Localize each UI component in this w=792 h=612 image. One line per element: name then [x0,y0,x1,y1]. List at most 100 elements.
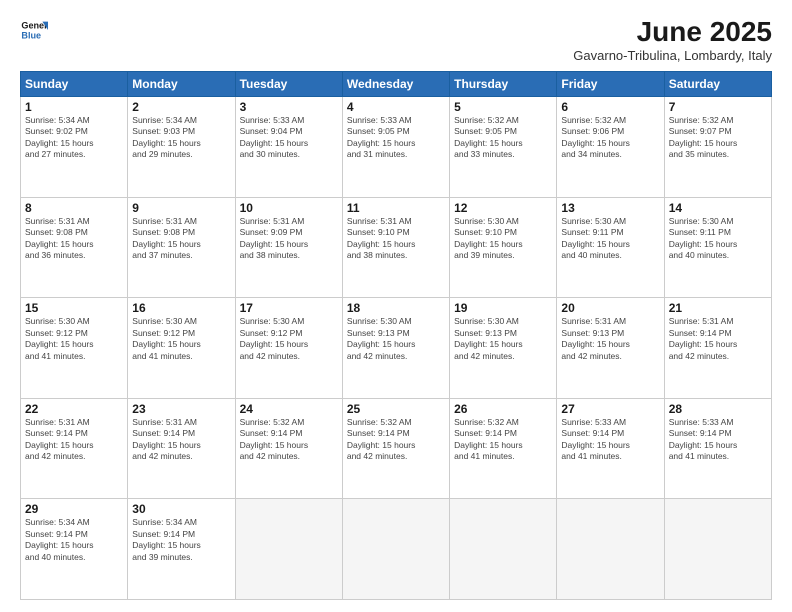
col-monday: Monday [128,72,235,97]
day-number: 12 [454,201,552,215]
table-row: 22Sunrise: 5:31 AM Sunset: 9:14 PM Dayli… [21,398,128,499]
table-row: 2Sunrise: 5:34 AM Sunset: 9:03 PM Daylig… [128,97,235,198]
day-number: 28 [669,402,767,416]
day-info: Sunrise: 5:31 AM Sunset: 9:08 PM Dayligh… [25,216,123,262]
day-info: Sunrise: 5:32 AM Sunset: 9:05 PM Dayligh… [454,115,552,161]
table-row: 3Sunrise: 5:33 AM Sunset: 9:04 PM Daylig… [235,97,342,198]
table-row: 12Sunrise: 5:30 AM Sunset: 9:10 PM Dayli… [450,197,557,298]
day-info: Sunrise: 5:33 AM Sunset: 9:14 PM Dayligh… [669,417,767,463]
table-row: 5Sunrise: 5:32 AM Sunset: 9:05 PM Daylig… [450,97,557,198]
day-number: 19 [454,301,552,315]
calendar-title: June 2025 [573,16,772,48]
day-info: Sunrise: 5:31 AM Sunset: 9:14 PM Dayligh… [132,417,230,463]
day-info: Sunrise: 5:31 AM Sunset: 9:09 PM Dayligh… [240,216,338,262]
table-row: 21Sunrise: 5:31 AM Sunset: 9:14 PM Dayli… [664,298,771,399]
day-number: 26 [454,402,552,416]
calendar-subtitle: Gavarno-Tribulina, Lombardy, Italy [573,48,772,63]
day-info: Sunrise: 5:30 AM Sunset: 9:12 PM Dayligh… [25,316,123,362]
table-row: 26Sunrise: 5:32 AM Sunset: 9:14 PM Dayli… [450,398,557,499]
day-number: 22 [25,402,123,416]
day-info: Sunrise: 5:33 AM Sunset: 9:14 PM Dayligh… [561,417,659,463]
day-info: Sunrise: 5:31 AM Sunset: 9:13 PM Dayligh… [561,316,659,362]
col-tuesday: Tuesday [235,72,342,97]
day-info: Sunrise: 5:30 AM Sunset: 9:11 PM Dayligh… [561,216,659,262]
day-number: 7 [669,100,767,114]
day-info: Sunrise: 5:30 AM Sunset: 9:13 PM Dayligh… [454,316,552,362]
day-number: 9 [132,201,230,215]
day-number: 17 [240,301,338,315]
day-info: Sunrise: 5:32 AM Sunset: 9:14 PM Dayligh… [454,417,552,463]
table-row: 23Sunrise: 5:31 AM Sunset: 9:14 PM Dayli… [128,398,235,499]
title-block: June 2025 Gavarno-Tribulina, Lombardy, I… [573,16,772,63]
day-info: Sunrise: 5:30 AM Sunset: 9:13 PM Dayligh… [347,316,445,362]
header: General Blue June 2025 Gavarno-Tribulina… [20,16,772,63]
table-row: 16Sunrise: 5:30 AM Sunset: 9:12 PM Dayli… [128,298,235,399]
table-row: 7Sunrise: 5:32 AM Sunset: 9:07 PM Daylig… [664,97,771,198]
col-thursday: Thursday [450,72,557,97]
day-number: 21 [669,301,767,315]
day-info: Sunrise: 5:31 AM Sunset: 9:08 PM Dayligh… [132,216,230,262]
logo: General Blue [20,16,48,44]
day-number: 2 [132,100,230,114]
day-number: 3 [240,100,338,114]
table-row: 1Sunrise: 5:34 AM Sunset: 9:02 PM Daylig… [21,97,128,198]
table-row: 18Sunrise: 5:30 AM Sunset: 9:13 PM Dayli… [342,298,449,399]
table-row: 24Sunrise: 5:32 AM Sunset: 9:14 PM Dayli… [235,398,342,499]
table-row: 28Sunrise: 5:33 AM Sunset: 9:14 PM Dayli… [664,398,771,499]
table-row: 27Sunrise: 5:33 AM Sunset: 9:14 PM Dayli… [557,398,664,499]
day-number: 13 [561,201,659,215]
header-row: Sunday Monday Tuesday Wednesday Thursday… [21,72,772,97]
day-number: 6 [561,100,659,114]
day-info: Sunrise: 5:32 AM Sunset: 9:06 PM Dayligh… [561,115,659,161]
day-info: Sunrise: 5:34 AM Sunset: 9:14 PM Dayligh… [25,517,123,563]
day-info: Sunrise: 5:30 AM Sunset: 9:12 PM Dayligh… [132,316,230,362]
day-info: Sunrise: 5:30 AM Sunset: 9:12 PM Dayligh… [240,316,338,362]
day-info: Sunrise: 5:31 AM Sunset: 9:14 PM Dayligh… [25,417,123,463]
table-row: 19Sunrise: 5:30 AM Sunset: 9:13 PM Dayli… [450,298,557,399]
day-info: Sunrise: 5:31 AM Sunset: 9:10 PM Dayligh… [347,216,445,262]
col-wednesday: Wednesday [342,72,449,97]
day-number: 1 [25,100,123,114]
svg-text:Blue: Blue [21,30,41,40]
day-number: 4 [347,100,445,114]
day-number: 23 [132,402,230,416]
table-row: 10Sunrise: 5:31 AM Sunset: 9:09 PM Dayli… [235,197,342,298]
table-row: 6Sunrise: 5:32 AM Sunset: 9:06 PM Daylig… [557,97,664,198]
day-info: Sunrise: 5:30 AM Sunset: 9:10 PM Dayligh… [454,216,552,262]
day-number: 16 [132,301,230,315]
table-row [450,499,557,600]
table-row: 20Sunrise: 5:31 AM Sunset: 9:13 PM Dayli… [557,298,664,399]
day-number: 20 [561,301,659,315]
day-info: Sunrise: 5:32 AM Sunset: 9:07 PM Dayligh… [669,115,767,161]
day-info: Sunrise: 5:33 AM Sunset: 9:05 PM Dayligh… [347,115,445,161]
table-row: 30Sunrise: 5:34 AM Sunset: 9:14 PM Dayli… [128,499,235,600]
day-info: Sunrise: 5:33 AM Sunset: 9:04 PM Dayligh… [240,115,338,161]
day-number: 8 [25,201,123,215]
table-row: 15Sunrise: 5:30 AM Sunset: 9:12 PM Dayli… [21,298,128,399]
day-number: 5 [454,100,552,114]
day-number: 27 [561,402,659,416]
day-number: 11 [347,201,445,215]
day-info: Sunrise: 5:34 AM Sunset: 9:02 PM Dayligh… [25,115,123,161]
day-number: 18 [347,301,445,315]
day-info: Sunrise: 5:34 AM Sunset: 9:03 PM Dayligh… [132,115,230,161]
table-row: 25Sunrise: 5:32 AM Sunset: 9:14 PM Dayli… [342,398,449,499]
table-row [342,499,449,600]
table-row: 11Sunrise: 5:31 AM Sunset: 9:10 PM Dayli… [342,197,449,298]
col-saturday: Saturday [664,72,771,97]
day-info: Sunrise: 5:34 AM Sunset: 9:14 PM Dayligh… [132,517,230,563]
col-friday: Friday [557,72,664,97]
day-info: Sunrise: 5:32 AM Sunset: 9:14 PM Dayligh… [347,417,445,463]
col-sunday: Sunday [21,72,128,97]
calendar-table: Sunday Monday Tuesday Wednesday Thursday… [20,71,772,600]
table-row [235,499,342,600]
day-info: Sunrise: 5:32 AM Sunset: 9:14 PM Dayligh… [240,417,338,463]
table-row [664,499,771,600]
logo-icon: General Blue [20,16,48,44]
day-info: Sunrise: 5:30 AM Sunset: 9:11 PM Dayligh… [669,216,767,262]
day-number: 24 [240,402,338,416]
day-number: 25 [347,402,445,416]
table-row: 17Sunrise: 5:30 AM Sunset: 9:12 PM Dayli… [235,298,342,399]
page: General Blue June 2025 Gavarno-Tribulina… [0,0,792,612]
day-number: 10 [240,201,338,215]
